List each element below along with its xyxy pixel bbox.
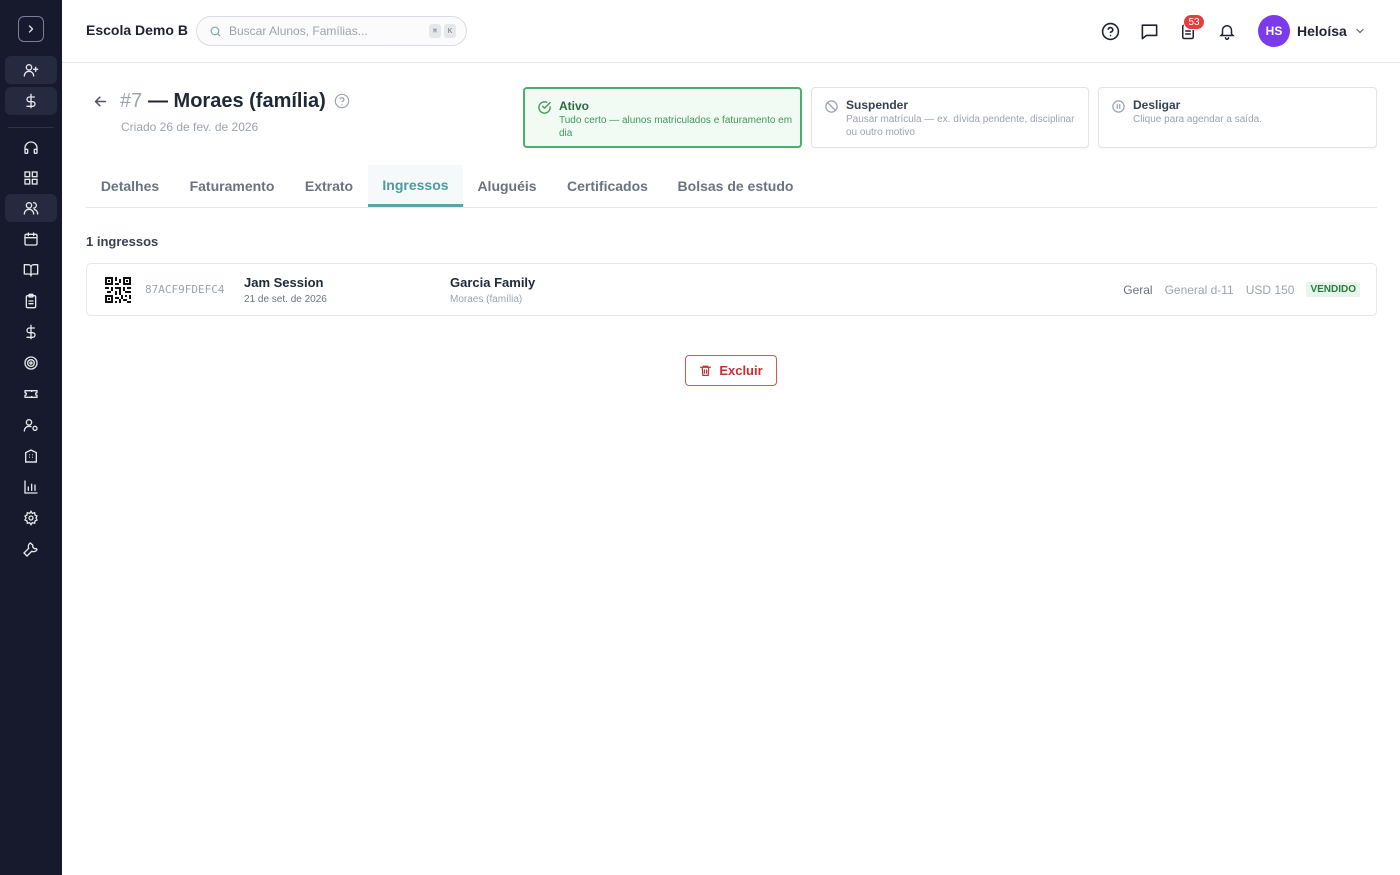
tab-statement[interactable]: Extrato — [290, 165, 368, 207]
info-help-icon[interactable] — [334, 93, 350, 109]
book-open-icon — [23, 264, 39, 277]
ticket-status-badge: VENDIDO — [1306, 282, 1360, 297]
dollar-icon — [26, 324, 36, 340]
qr-code-icon — [105, 277, 131, 303]
notification-count-badge: 53 — [1183, 14, 1205, 30]
ban-icon — [825, 100, 838, 113]
tickets-count: 1 ingressos — [86, 234, 159, 249]
ticket-code: 87ACF9FDEFC4 — [145, 283, 225, 296]
top-header: Escola Demo B Buscar Alunos, Famílias...… — [62, 0, 1400, 63]
created-date: Criado 26 de fev. de 2026 — [121, 120, 259, 134]
ticket-icon — [24, 390, 38, 398]
sidebar-item-tasks[interactable] — [5, 287, 57, 315]
status-card-description: Clique para agendar a saída. — [1133, 114, 1262, 125]
sidebar-item-support[interactable] — [5, 134, 57, 162]
delete-button[interactable]: Excluir — [685, 355, 777, 386]
ticket-family-sub: Moraes (família) — [450, 294, 523, 305]
ticket-event-name: Jam Session — [244, 275, 324, 290]
search-icon — [210, 26, 221, 36]
status-card-description: Tudo certo — alunos matriculados e fatur… — [559, 115, 793, 139]
status-card-suspend[interactable]: Suspender Pausar matrícula — ex. dívida … — [811, 87, 1089, 148]
sidebar-item-finance[interactable] — [5, 318, 57, 346]
shortcut-key-k: K — [444, 24, 456, 38]
search-bar[interactable]: Buscar Alunos, Famílias... ⌘ K — [196, 16, 467, 46]
sidebar — [0, 0, 62, 875]
headset-icon — [24, 141, 38, 154]
building-icon — [25, 449, 37, 463]
status-card-title: Ativo — [559, 99, 589, 113]
sidebar-item-settings[interactable] — [5, 504, 57, 532]
bell-icon — [1219, 25, 1235, 40]
wrench-icon — [23, 542, 38, 557]
ticket-family-name: Garcia Family — [450, 275, 536, 290]
settings-icon — [24, 510, 38, 526]
status-card-description: Pausar matrícula — ex. dívida pendente, … — [846, 114, 1075, 138]
sidebar-item-dashboard[interactable] — [5, 164, 57, 192]
user-plus-icon — [23, 63, 39, 77]
ticket-row[interactable]: 87ACF9FDEFC4 Jam Session 21 de set. de 2… — [86, 263, 1377, 316]
delete-button-label: Excluir — [719, 363, 763, 378]
sidebar-item-staff[interactable] — [5, 411, 57, 439]
grid-icon — [24, 171, 38, 185]
status-card-active[interactable]: Ativo Tudo certo — alunos matriculados e… — [523, 87, 802, 148]
user-avatar[interactable]: HS — [1258, 15, 1290, 47]
clipboard-icon — [25, 293, 37, 309]
notifications-button[interactable] — [1216, 20, 1238, 42]
status-card-title: Desligar — [1133, 98, 1181, 112]
tab-details[interactable]: Detalhes — [86, 165, 174, 207]
calendar-icon — [24, 232, 38, 246]
user-name[interactable]: Heloísa — [1297, 23, 1347, 39]
status-card-title: Suspender — [846, 98, 909, 112]
status-card-terminate[interactable]: Desligar Clique para agendar a saída. — [1098, 87, 1377, 148]
ticket-event-date: 21 de set. de 2026 — [244, 294, 327, 305]
page-number: #7 — [120, 90, 143, 112]
chevron-right-icon — [28, 25, 34, 33]
ticket-section: General d-11 — [1164, 282, 1234, 297]
sidebar-item-families[interactable] — [5, 194, 57, 222]
sidebar-toggle-button[interactable] — [18, 16, 44, 42]
sidebar-item-calendar[interactable] — [5, 225, 57, 253]
sidebar-item-tickets[interactable] — [5, 380, 57, 408]
sidebar-divider — [8, 127, 54, 128]
ticket-price: USD 150 — [1245, 282, 1295, 297]
bar-chart-icon — [24, 480, 38, 494]
help-circle-icon — [1101, 22, 1119, 40]
page-title: — Moraes (família) — [148, 90, 326, 112]
school-name: Escola Demo B — [86, 22, 188, 38]
dollar-icon — [26, 93, 36, 109]
ticket-meta: Geral General d-11 USD 150 VENDIDO — [1123, 282, 1360, 297]
check-circle-icon — [538, 101, 551, 114]
tab-rentals[interactable]: Aluguéis — [463, 165, 551, 207]
pause-circle-icon — [1112, 100, 1125, 113]
back-arrow-icon[interactable] — [92, 93, 109, 110]
trash-icon — [700, 365, 712, 376]
sidebar-item-courses[interactable] — [5, 256, 57, 284]
ticket-category: Geral — [1123, 282, 1153, 297]
tab-bar: Detalhes Faturamento Extrato Ingressos A… — [86, 165, 1377, 208]
tab-tickets[interactable]: Ingressos — [368, 165, 463, 207]
message-square-icon — [1141, 23, 1157, 39]
tab-certificates[interactable]: Certificados — [551, 165, 664, 207]
tab-billing[interactable]: Faturamento — [174, 165, 290, 207]
chevron-down-icon[interactable] — [1354, 25, 1366, 37]
users-icon — [23, 202, 39, 215]
messages-button[interactable] — [1138, 20, 1160, 42]
sidebar-item-reports[interactable] — [5, 473, 57, 501]
search-input[interactable]: Buscar Alunos, Famílias... — [229, 24, 429, 38]
sidebar-item-finance-quick[interactable] — [5, 87, 57, 115]
sidebar-item-buildings[interactable] — [5, 442, 57, 470]
target-icon — [24, 356, 38, 370]
shortcut-key-cmd: ⌘ — [429, 24, 441, 38]
sidebar-item-add-user[interactable] — [5, 56, 57, 84]
tab-scholarships[interactable]: Bolsas de estudo — [664, 165, 807, 207]
sidebar-item-tools[interactable] — [5, 535, 57, 563]
sidebar-item-goals[interactable] — [5, 349, 57, 377]
help-button[interactable] — [1099, 20, 1121, 42]
user-cog-icon — [23, 419, 38, 432]
